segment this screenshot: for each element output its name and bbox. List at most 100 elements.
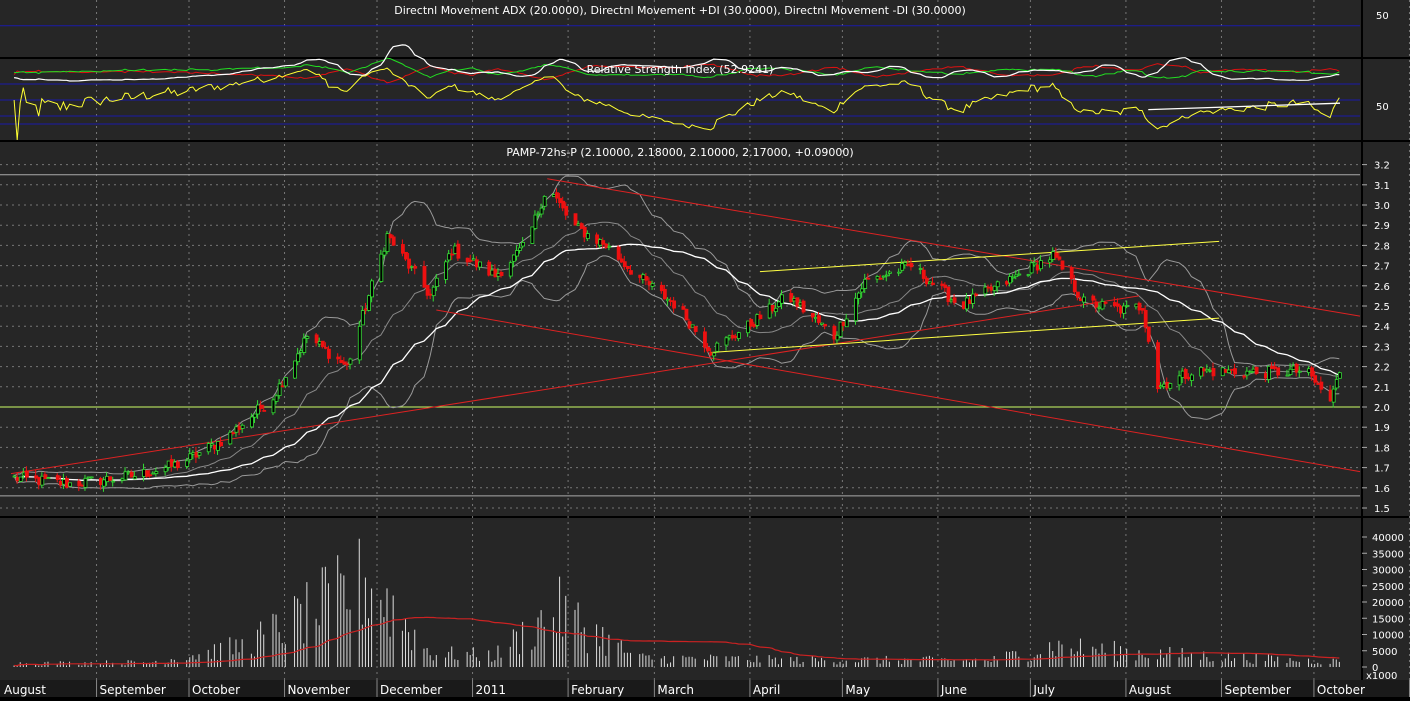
candle-body — [1054, 252, 1059, 258]
candle-body — [1202, 368, 1207, 372]
price-tick-label: 2.2 — [1374, 363, 1390, 374]
candle-body — [835, 334, 840, 341]
candle-body — [382, 250, 387, 256]
candle-body — [434, 277, 439, 288]
candle-body — [662, 288, 667, 300]
candle-body — [364, 308, 368, 311]
candle-body — [126, 471, 131, 474]
candle-body — [946, 286, 951, 302]
candle-body — [878, 277, 883, 280]
price-tick-label: 1.7 — [1374, 464, 1390, 475]
month-label: October — [1317, 683, 1365, 697]
candle-body — [903, 262, 908, 266]
candle-body — [391, 236, 396, 246]
candle-body — [1082, 296, 1086, 303]
candle-body — [1316, 383, 1321, 385]
candle-body — [598, 239, 603, 246]
candle-body — [758, 314, 763, 320]
candle-body — [471, 258, 476, 261]
candle-body — [940, 283, 945, 286]
month-label: 2011 — [476, 683, 507, 697]
candle-body — [616, 246, 621, 260]
candle-body — [253, 413, 257, 418]
candle-body — [1103, 302, 1108, 304]
candle-body — [1011, 276, 1016, 279]
volume-multiplier: x1000 — [1366, 671, 1397, 682]
candle-body — [1273, 366, 1278, 369]
candle-body — [770, 304, 775, 312]
candle-body — [1251, 368, 1256, 372]
candle-body — [918, 268, 923, 270]
candle-body — [188, 453, 193, 460]
candle-body — [55, 475, 60, 480]
candle-body — [564, 205, 569, 216]
month-label: September — [100, 683, 166, 697]
candle-body — [706, 346, 710, 352]
candle-body — [259, 404, 264, 409]
candle-body — [971, 293, 975, 304]
candle-body — [86, 476, 91, 479]
candle-body — [709, 352, 714, 356]
candle-body — [213, 444, 217, 450]
candle-body — [317, 341, 322, 345]
candle-body — [1162, 383, 1167, 387]
candle-body — [1267, 365, 1271, 380]
candle-body — [431, 286, 436, 297]
candle-body — [1100, 300, 1105, 310]
candle-body — [672, 300, 677, 309]
candle-body — [844, 318, 849, 328]
candle-body — [561, 200, 566, 209]
price-tick-label: 2.8 — [1374, 241, 1390, 252]
candle-body — [730, 334, 735, 339]
candle-body — [909, 262, 914, 268]
candle-body — [690, 324, 695, 328]
candle-body — [857, 292, 861, 299]
candle-body — [752, 323, 757, 327]
candle-body — [1057, 256, 1062, 260]
candle-body — [209, 443, 214, 446]
candle-body — [1276, 367, 1281, 376]
candle-body — [604, 243, 609, 248]
candle-body — [216, 441, 220, 451]
dmi-axis-tick: 50 — [1376, 11, 1389, 22]
candle-body — [407, 258, 411, 269]
candle-body — [530, 226, 535, 244]
candle-body — [262, 409, 267, 412]
candle-body — [1125, 305, 1130, 307]
candle-body — [558, 198, 562, 204]
candle-body — [18, 476, 23, 482]
candle-body — [154, 471, 159, 475]
candle-body — [1038, 260, 1043, 270]
candle-body — [172, 461, 177, 468]
candle-body — [40, 475, 45, 486]
candle-body — [619, 258, 624, 263]
candle-body — [249, 416, 254, 428]
candle-body — [176, 461, 180, 469]
candle-body — [860, 288, 865, 293]
candle-body — [478, 261, 482, 268]
candle-body — [129, 471, 134, 478]
candle-body — [810, 312, 815, 318]
candle-body — [943, 284, 948, 289]
candle-body — [68, 482, 72, 487]
candle-body — [1310, 367, 1315, 377]
candle-body — [468, 259, 473, 262]
month-label: July — [1032, 683, 1055, 697]
month-label: December — [380, 683, 442, 697]
month-label: October — [192, 683, 240, 697]
candle-body — [444, 261, 448, 280]
candle-body — [151, 472, 156, 475]
candle-body — [1005, 281, 1009, 285]
candle-body — [832, 325, 837, 340]
candle-body — [120, 478, 125, 481]
candle-body — [1146, 326, 1151, 342]
candle-body — [1075, 291, 1080, 298]
candle-body — [105, 475, 109, 483]
candle-body — [169, 459, 174, 467]
candle-body — [823, 324, 828, 327]
candle-body — [986, 286, 991, 289]
candle-body — [817, 315, 821, 323]
price-tick-label: 1.9 — [1374, 423, 1390, 434]
candle-body — [801, 300, 806, 313]
candle-body — [681, 306, 686, 310]
